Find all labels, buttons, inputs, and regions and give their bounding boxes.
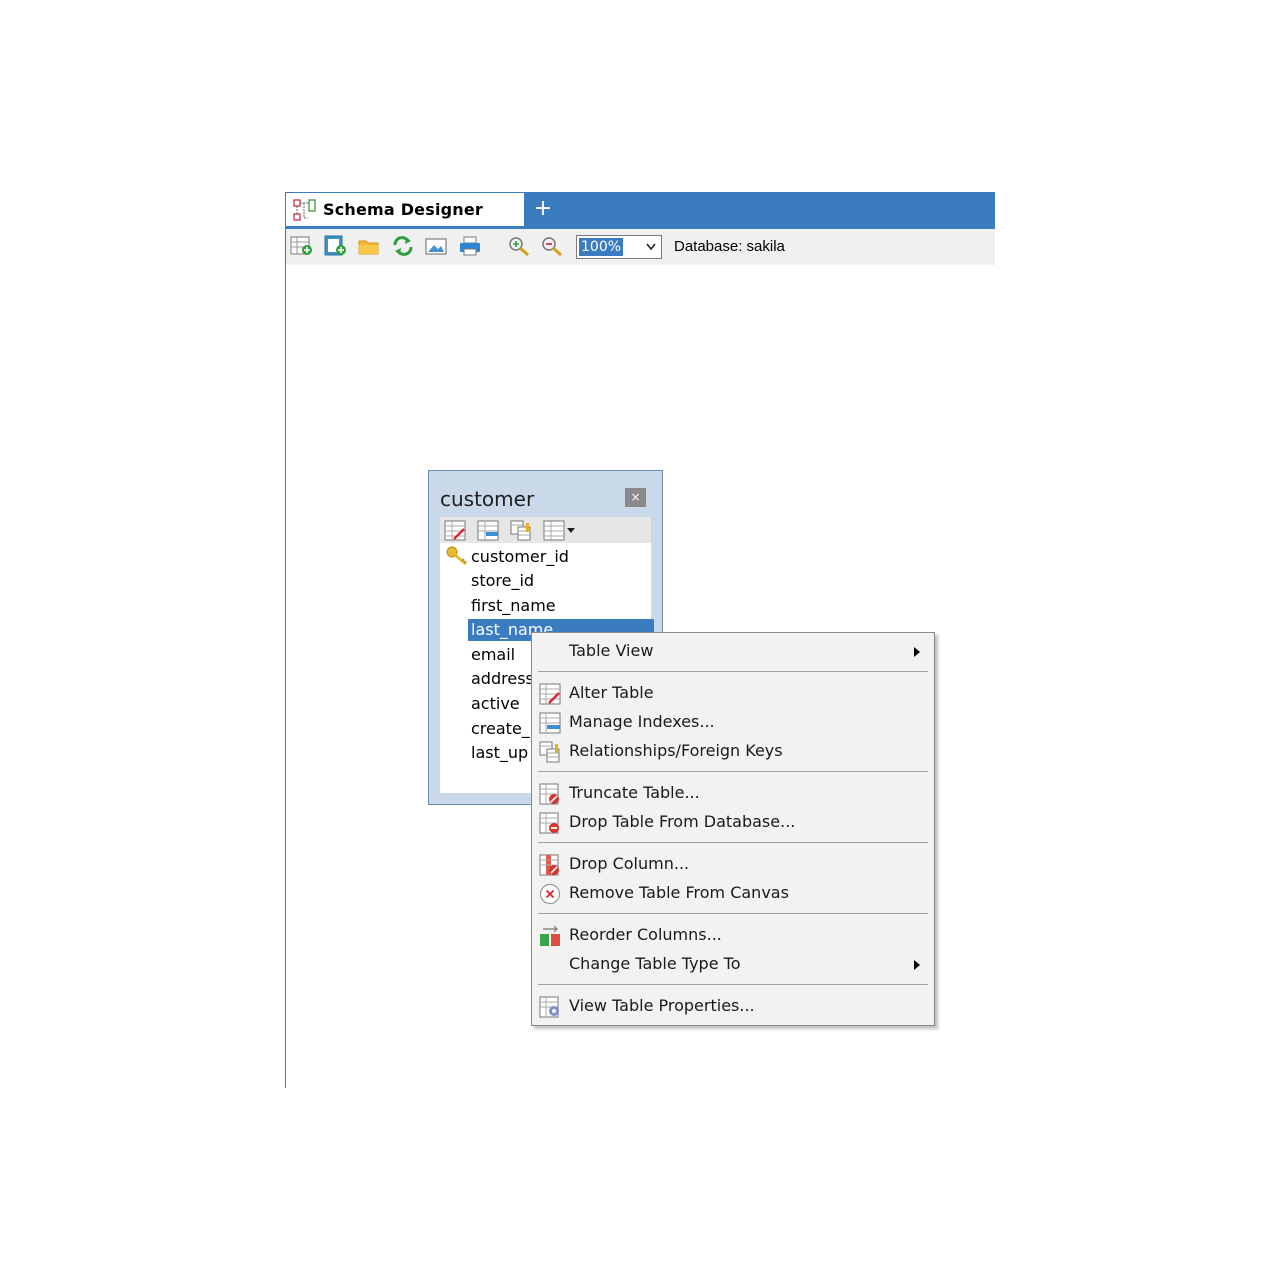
menu-item-label: Drop Table From Database... — [569, 812, 796, 831]
relationships-icon — [539, 741, 560, 763]
window-left-border — [285, 192, 286, 1088]
column-item[interactable]: create_ — [471, 718, 530, 740]
chevron-down-icon — [646, 243, 656, 251]
table-view-dropdown-icon[interactable] — [543, 520, 577, 542]
menu-separator — [538, 671, 928, 672]
tab-title: Schema Designer — [323, 200, 484, 219]
drop-column-icon — [539, 854, 559, 876]
table-properties-icon — [539, 996, 559, 1018]
export-image-icon[interactable] — [424, 235, 448, 257]
column-item[interactable]: address — [471, 668, 534, 690]
menu-item-label: Change Table Type To — [569, 954, 741, 973]
menu-item-table-properties[interactable]: View Table Properties... — [534, 992, 932, 1020]
designer-toolbar: 100% Database: sakila — [286, 229, 995, 265]
column-item[interactable]: store_id — [471, 570, 534, 592]
submenu-arrow-icon — [914, 647, 920, 657]
truncate-table-icon — [539, 783, 559, 805]
menu-separator — [538, 771, 928, 772]
menu-item-label: Table View — [569, 641, 654, 660]
table-toolbar — [440, 517, 651, 543]
open-folder-icon[interactable] — [357, 235, 381, 257]
zoom-level-select[interactable]: 100% — [576, 235, 662, 259]
menu-item-drop-table[interactable]: Drop Table From Database... — [534, 808, 932, 836]
column-item[interactable]: email — [471, 644, 515, 666]
column-item[interactable]: customer_id — [471, 546, 569, 568]
alter-table-icon — [539, 683, 561, 705]
menu-item-label: View Table Properties... — [569, 996, 755, 1015]
menu-item-drop-column[interactable]: Drop Column... — [534, 850, 932, 878]
column-item[interactable]: active — [471, 693, 520, 715]
tab-schema-designer[interactable]: Schema Designer — [286, 193, 524, 226]
menu-item-label: Truncate Table... — [569, 783, 700, 802]
drop-table-icon — [539, 812, 559, 834]
menu-item-table-view[interactable]: Table View — [534, 637, 932, 665]
zoom-level-value: 100% — [579, 238, 624, 256]
new-tab-button[interactable]: + — [532, 195, 554, 223]
primary-key-icon — [446, 546, 467, 566]
remove-table-icon — [539, 883, 561, 905]
menu-item-label: Manage Indexes... — [569, 712, 715, 731]
tab-bar: Schema Designer + — [285, 192, 995, 227]
menu-item-manage-indexes[interactable]: Manage Indexes... — [534, 708, 932, 736]
menu-item-label: Alter Table — [569, 683, 654, 702]
menu-item-label: Reorder Columns... — [569, 925, 722, 944]
print-icon[interactable] — [458, 235, 482, 257]
zoom-in-icon[interactable] — [507, 235, 531, 257]
menu-item-relationships[interactable]: Relationships/Foreign Keys — [534, 737, 932, 765]
menu-item-label: Remove Table From Canvas — [569, 883, 789, 902]
menu-separator — [538, 913, 928, 914]
relationships-icon[interactable] — [510, 520, 534, 542]
table-context-menu: Table View Alter Table Manage Indexes...… — [531, 632, 935, 1026]
column-item[interactable]: first_name — [471, 595, 556, 617]
menu-separator — [538, 984, 928, 985]
menu-item-truncate-table[interactable]: Truncate Table... — [534, 779, 932, 807]
column-item[interactable]: last_up — [471, 742, 528, 764]
manage-indexes-icon[interactable] — [477, 520, 501, 542]
close-table-button[interactable]: × — [625, 488, 646, 507]
menu-item-alter-table[interactable]: Alter Table — [534, 679, 932, 707]
menu-separator — [538, 842, 928, 843]
alter-table-icon[interactable] — [444, 520, 468, 542]
submenu-arrow-icon — [914, 960, 920, 970]
menu-item-label: Drop Column... — [569, 854, 690, 873]
schema-designer-icon — [293, 199, 316, 221]
manage-indexes-icon — [539, 712, 561, 734]
menu-item-reorder-columns[interactable]: Reorder Columns... — [534, 921, 932, 949]
table-name: customer — [440, 487, 535, 511]
zoom-out-icon[interactable] — [540, 235, 564, 257]
menu-item-change-table-type[interactable]: Change Table Type To — [534, 950, 932, 978]
reorder-columns-icon — [540, 925, 560, 946]
refresh-icon[interactable] — [391, 235, 415, 257]
menu-item-label: Relationships/Foreign Keys — [569, 741, 783, 760]
database-label: Database: sakila — [674, 238, 785, 255]
add-view-icon[interactable] — [324, 235, 348, 257]
menu-item-remove-table[interactable]: Remove Table From Canvas — [534, 879, 932, 907]
add-table-icon[interactable] — [290, 235, 314, 257]
